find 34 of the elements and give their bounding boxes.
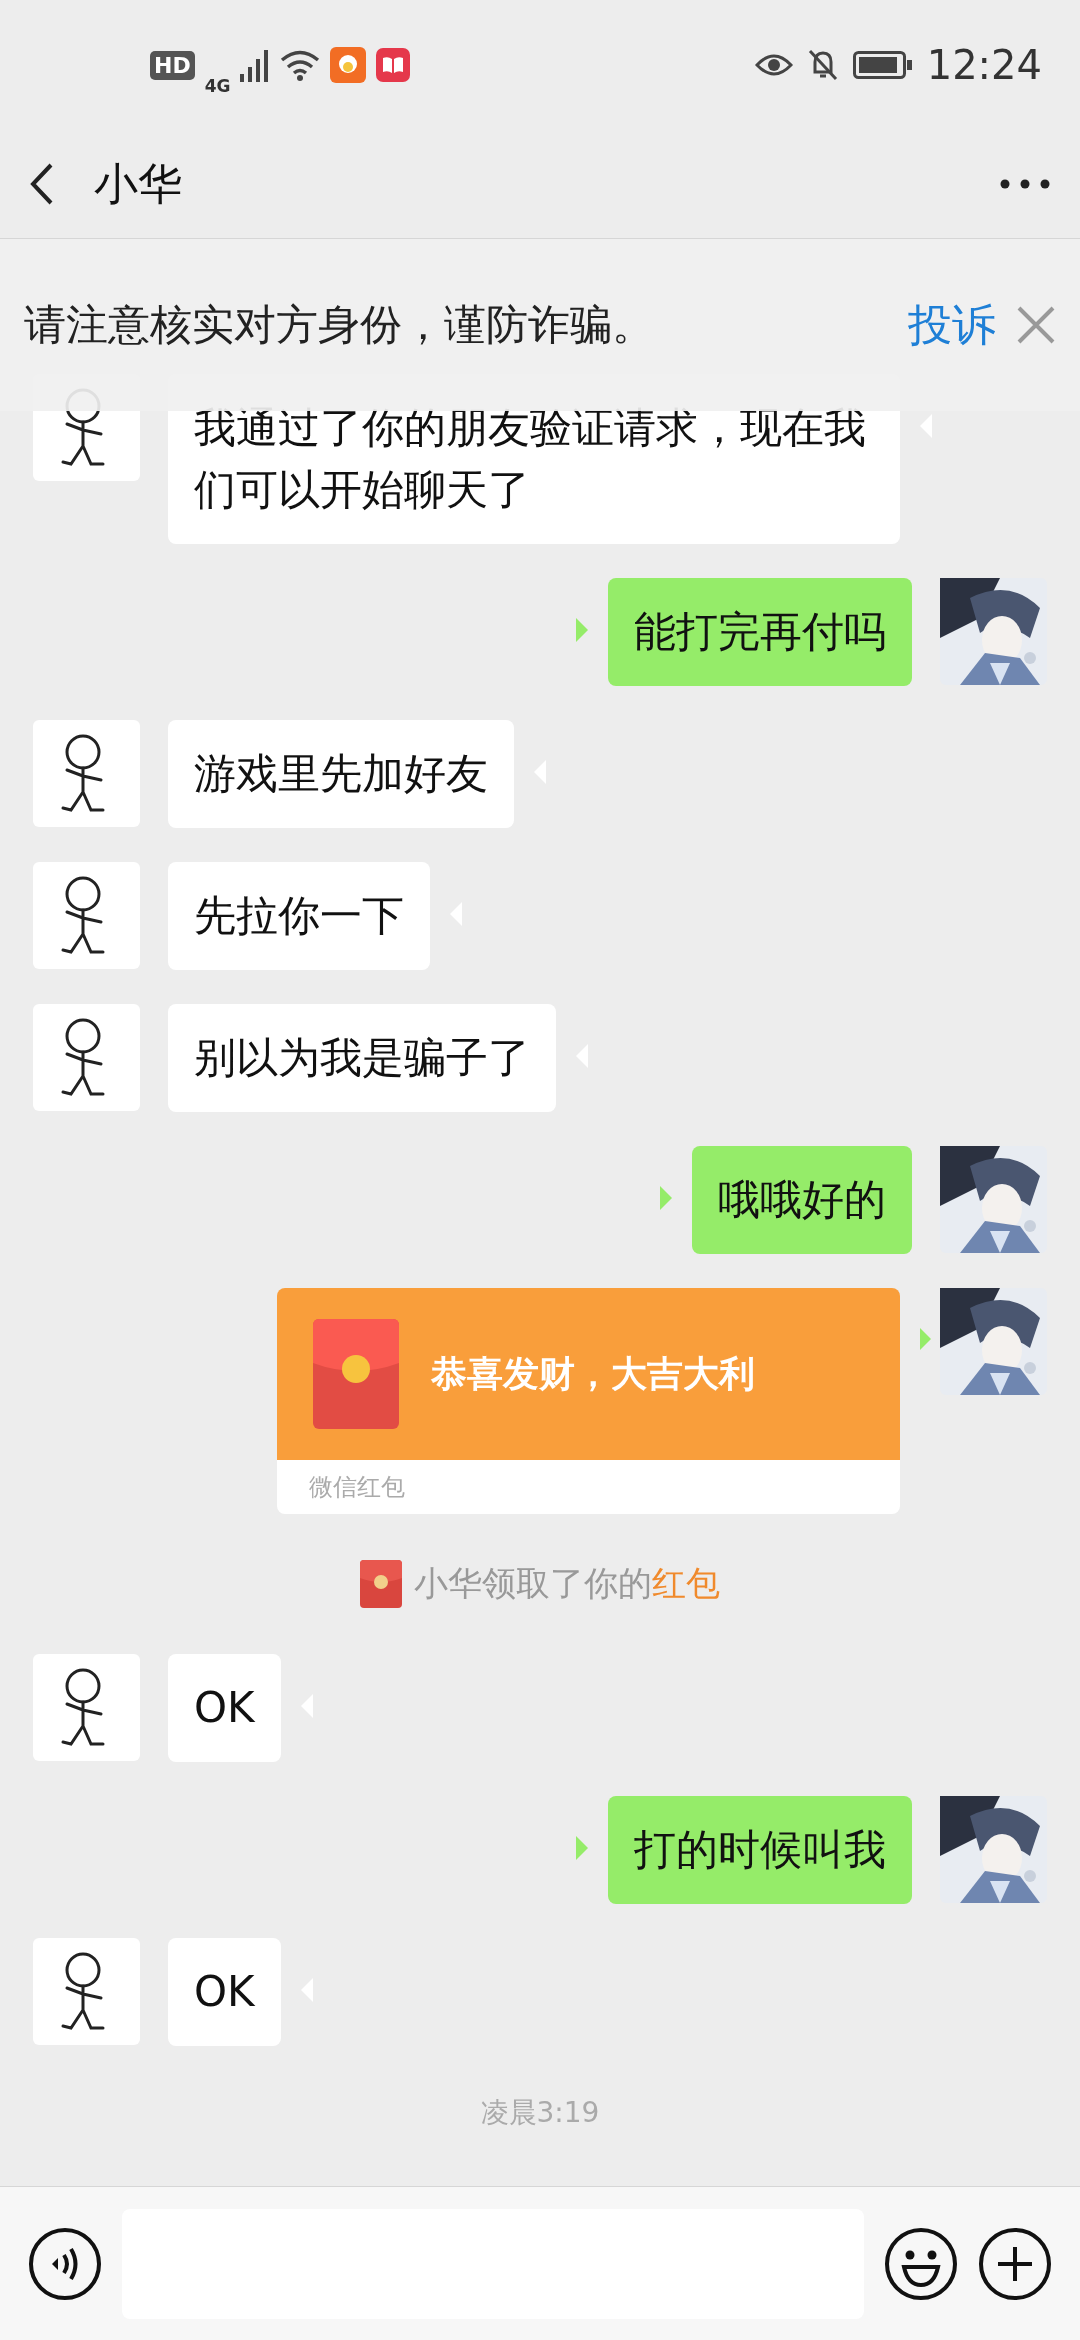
report-link[interactable]: 投诉: [908, 295, 996, 355]
plus-icon[interactable]: [978, 2226, 1052, 2301]
envelope-icon: [360, 1560, 402, 1608]
avatar[interactable]: [33, 1938, 140, 2045]
message-bubble[interactable]: OK: [168, 1654, 281, 1762]
emoji-icon[interactable]: [884, 2226, 958, 2301]
message-bubble[interactable]: 游戏里先加好友: [168, 720, 514, 828]
back-icon[interactable]: [30, 162, 54, 206]
avatar[interactable]: [33, 862, 140, 969]
envelope-icon: [313, 1319, 399, 1429]
network-type: 4G: [204, 76, 231, 96]
hd-indicator: HD: [150, 50, 195, 80]
wifi-icon: [280, 49, 321, 81]
message-bubble[interactable]: 打的时候叫我: [608, 1796, 912, 1904]
message-bubble[interactable]: 哦哦好的: [692, 1146, 912, 1254]
signal-icon: [240, 48, 271, 82]
battery-icon: [852, 51, 913, 79]
muted-bell-icon: [806, 48, 839, 82]
avatar[interactable]: [33, 1004, 140, 1111]
more-icon[interactable]: [1000, 179, 1050, 189]
message-bubble[interactable]: 先拉你一下: [168, 862, 430, 970]
clock: 12:24: [926, 42, 1042, 88]
voice-icon[interactable]: [28, 2226, 102, 2301]
book-app-icon: [376, 48, 411, 82]
system-message: 小华领取了你的红包: [414, 1562, 720, 1605]
timestamp: 凌晨3:19: [480, 2095, 600, 2131]
avatar[interactable]: [33, 720, 140, 827]
message-bubble[interactable]: OK: [168, 1938, 281, 2046]
avatar[interactable]: [33, 1654, 140, 1761]
app-icon: [330, 47, 367, 83]
chat-title: 小华: [94, 156, 182, 211]
warning-text: 请注意核实对方身份，谨防诈骗。: [24, 299, 654, 351]
message-bubble[interactable]: 别以为我是骗子了: [168, 1004, 556, 1112]
message-bubble[interactable]: 能打完再付吗: [608, 578, 912, 686]
